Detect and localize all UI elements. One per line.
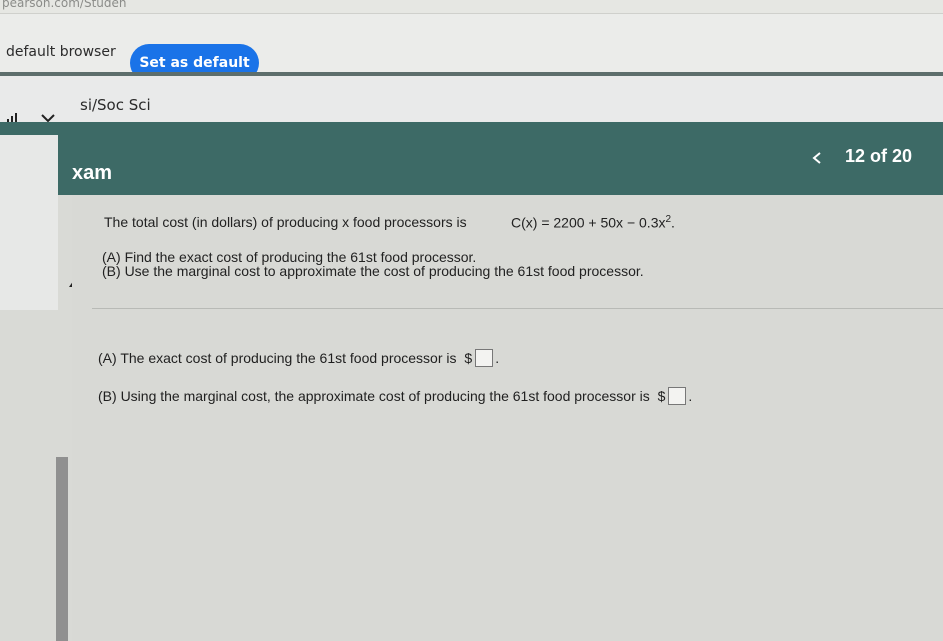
exam-header: xam 12 of 20 <box>0 122 943 195</box>
scrollbar[interactable] <box>56 457 68 641</box>
answer-a-label: (A) <box>98 350 117 366</box>
formula-base: C(x) = 2200 + 50x − 0.3x <box>511 214 666 231</box>
answer-a-input[interactable] <box>475 349 494 367</box>
formula-end: . <box>671 214 675 231</box>
answer-b-input[interactable] <box>668 387 687 405</box>
part-b-prompt: (B) Use the marginal cost to approximate… <box>102 263 644 279</box>
exam-title: xam <box>72 162 113 184</box>
course-bar: si/Soc Sci <box>0 76 943 126</box>
cost-formula: C(x) = 2200 + 50x − 0.3x2. <box>511 214 675 231</box>
answer-b-end: . <box>688 388 693 404</box>
chevron-left-icon[interactable] <box>810 150 824 166</box>
answer-b-text: Using the marginal cost, the approximate… <box>120 388 650 404</box>
screen: pearson.com/Studen default browser Set a… <box>0 0 943 641</box>
question-progress: 12 of 20 <box>845 146 913 166</box>
url-text: pearson.com/Studen <box>2 0 127 10</box>
problem-text: The total cost (in dollars) of producing… <box>104 214 467 230</box>
part-b-text: Use the marginal cost to approximate the… <box>124 263 644 279</box>
course-label: si/Soc Sci <box>80 96 151 114</box>
section-divider <box>92 308 943 309</box>
default-browser-banner: default browser Set as default <box>0 14 943 82</box>
answer-a-end: . <box>495 350 500 366</box>
banner-text: default browser <box>6 44 116 60</box>
part-b-label: (B) <box>102 263 121 279</box>
answer-a-currency: $ <box>464 350 473 366</box>
answer-a: (A) The exact cost of producing the 61st… <box>98 349 499 367</box>
answer-a-text: The exact cost of producing the 61st foo… <box>120 350 457 366</box>
address-bar[interactable]: pearson.com/Studen <box>0 0 943 14</box>
problem-statement: The total cost (in dollars) of producing… <box>104 214 467 230</box>
left-side-panel <box>0 135 58 310</box>
answer-b: (B) Using the marginal cost, the approxi… <box>98 387 692 405</box>
answer-b-label: (B) <box>98 388 117 404</box>
answer-b-currency: $ <box>657 388 666 404</box>
